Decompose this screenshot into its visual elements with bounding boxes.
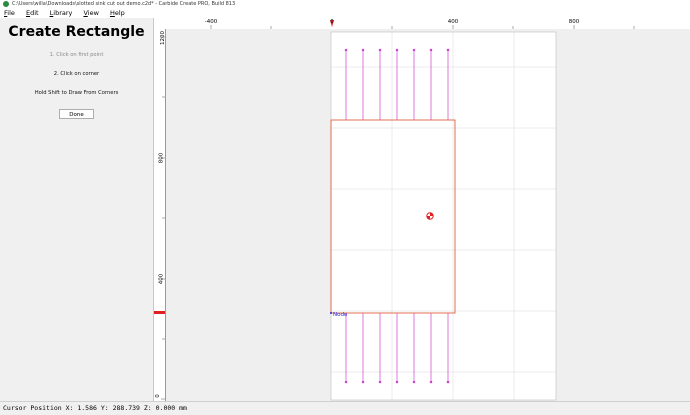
done-button[interactable]: Done [59,109,94,119]
tool-panel: Create Rectangle 1. Click on first point… [0,18,154,401]
slot-endpoint [429,48,433,52]
slot-endpoint [429,380,433,384]
menu-edit[interactable]: Edit [26,9,39,18]
window-title: C:\Users\willa\Downloads\slotted sink cu… [12,1,236,7]
menu-help[interactable]: Help [110,9,125,18]
slot-endpoint [395,48,399,52]
slot-endpoint [446,380,450,384]
slot-endpoint [395,380,399,384]
menu-file[interactable]: File [4,9,15,18]
node-label: Node [333,312,348,318]
vertical-ruler: 1200 800 400 0 [154,29,166,401]
menu-library[interactable]: Library [50,9,73,18]
panel-title: Create Rectangle [8,24,145,40]
slot-endpoint [378,380,382,384]
cursor-position-readout: Cursor Position X: 1.586 Y: 288.739 Z: 0… [3,404,187,412]
canvas-drawing[interactable]: Node [166,29,690,401]
slot-endpoint [361,380,365,384]
y-tick-label: 400 [158,273,165,285]
slot-endpoint [344,48,348,52]
vertical-ruler-ticks [154,36,165,400]
horizontal-ruler-ticks [210,20,635,29]
shift-hint-text: Hold Shift to Draw From Corners [34,90,119,96]
design-canvas[interactable]: Node [166,29,690,401]
app-icon [3,1,9,7]
window-title-bar: C:\Users\willa\Downloads\slotted sink cu… [0,0,690,9]
y-tick-label: 800 [158,152,165,164]
stock-area [330,31,557,401]
status-bar: Cursor Position X: 1.586 Y: 288.739 Z: 0… [0,401,690,414]
slot-endpoint [361,48,365,52]
slot-endpoint [412,48,416,52]
origin-marker [426,212,434,220]
step-1-text: 1. Click on first point [49,52,104,58]
menu-bar: File Edit Library View Help [0,9,690,18]
x-tick-label: 0 [330,19,334,25]
y-tick-label: 0 [154,394,161,398]
slot-endpoint [344,380,348,384]
slot-endpoint [412,380,416,384]
y-cursor-marker [154,311,165,314]
x-tick-label: -400 [204,19,218,25]
x-tick-label: 400 [447,19,459,25]
slot-endpoint [378,48,382,52]
menu-view[interactable]: View [83,9,98,18]
node-point[interactable] [330,312,332,314]
step-2-text: 2. Click on corner [53,71,100,77]
slot-endpoint [446,48,450,52]
x-tick-label: 800 [568,19,580,25]
